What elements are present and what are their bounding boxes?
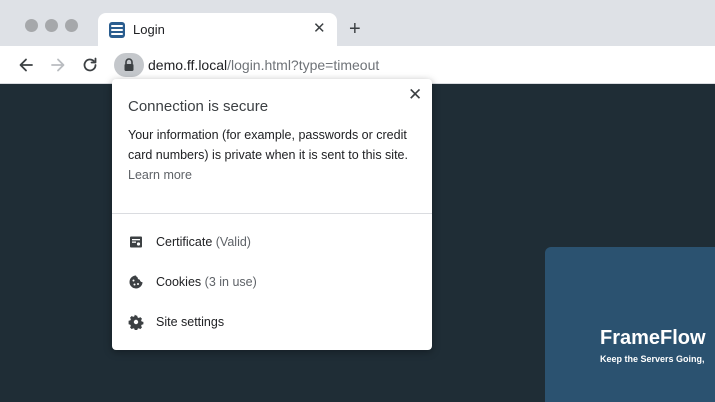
tab-title: Login: [133, 22, 165, 37]
learn-more-link[interactable]: Learn more: [128, 168, 192, 182]
cookies-count: (3 in use): [204, 275, 257, 289]
popup-divider: [112, 213, 432, 214]
new-tab-button[interactable]: +: [349, 17, 361, 41]
site-info-popup: ✕ Connection is secure Your information …: [112, 79, 432, 350]
back-button[interactable]: [16, 55, 36, 75]
browser-tab[interactable]: Login ✕: [98, 13, 337, 47]
login-card: FrameFlow Keep the Servers Going,: [545, 247, 715, 402]
certificate-icon: [130, 236, 142, 248]
forward-button[interactable]: [48, 55, 68, 75]
site-settings-row[interactable]: Site settings: [112, 304, 432, 340]
certificate-text: Certificate: [156, 235, 213, 249]
popup-title: Connection is secure: [128, 98, 269, 115]
window-close-button[interactable]: [25, 19, 38, 32]
cookie-icon: [129, 275, 143, 289]
certificate-row[interactable]: Certificate (Valid): [112, 224, 432, 260]
frameflow-logo-icon: [109, 22, 125, 38]
address-bar[interactable]: demo.ff.local/login.html?type=timeout: [148, 57, 379, 73]
certificate-status: (Valid): [215, 235, 251, 249]
certificate-label: Certificate (Valid): [156, 235, 251, 249]
cookies-row[interactable]: Cookies (3 in use): [112, 264, 432, 300]
popup-description: Your information (for example, passwords…: [128, 125, 420, 185]
url-domain: demo.ff.local: [148, 57, 228, 73]
popup-close-button[interactable]: ✕: [408, 86, 422, 104]
reload-button[interactable]: [80, 55, 100, 75]
site-settings-label: Site settings: [156, 315, 225, 329]
window-zoom-button[interactable]: [65, 19, 78, 32]
tab-close-button[interactable]: ✕: [313, 20, 326, 38]
window-minimize-button[interactable]: [45, 19, 58, 32]
cookies-text: Cookies: [156, 275, 202, 289]
site-info-button[interactable]: [114, 53, 144, 77]
description-text: Your information (for example, passwords…: [128, 128, 408, 162]
brand-title: FrameFlow: [600, 327, 706, 349]
gear-icon: [128, 314, 144, 330]
brand-tagline: Keep the Servers Going,: [600, 354, 705, 364]
lock-icon: [124, 58, 134, 71]
cookies-label: Cookies (3 in use): [156, 275, 257, 289]
url-path: /login.html?type=timeout: [227, 57, 380, 73]
tab-strip: Login ✕ +: [0, 0, 715, 47]
